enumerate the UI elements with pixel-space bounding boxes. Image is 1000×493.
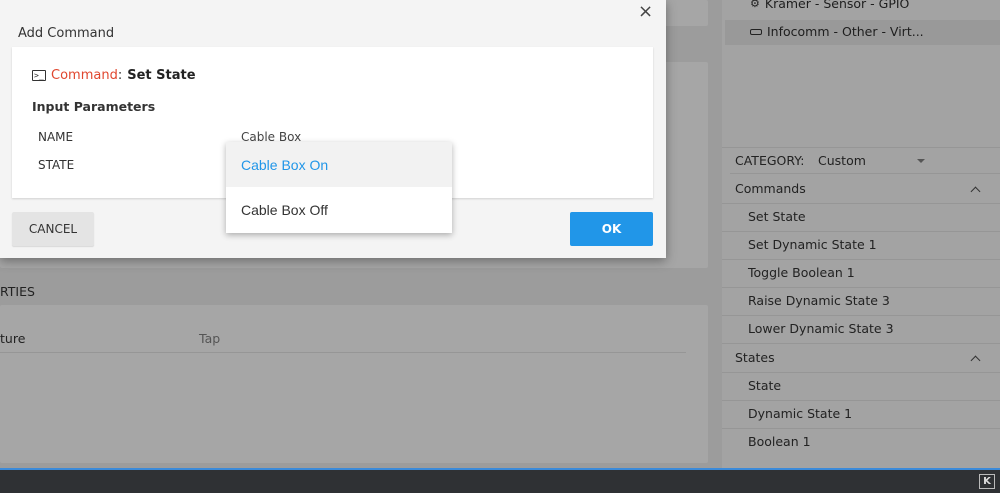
properties-card	[0, 305, 708, 463]
kramer-logo-icon: K	[979, 474, 995, 489]
command-item[interactable]: Toggle Boolean 1	[748, 265, 855, 280]
device-item-infocomm[interactable]: Infocomm - Other - Virt...	[750, 24, 924, 39]
divider	[722, 343, 1000, 344]
category-label: CATEGORY:	[735, 153, 805, 168]
divider	[722, 231, 1000, 232]
group-header-commands[interactable]: Commands	[735, 181, 806, 196]
command-item[interactable]: Set State	[748, 209, 806, 224]
properties-row-value: Tap	[199, 331, 221, 346]
command-label: Command	[51, 68, 118, 83]
command-item[interactable]: Raise Dynamic State 3	[748, 293, 890, 308]
properties-header: RTIES	[0, 284, 35, 299]
state-item[interactable]: Dynamic State 1	[748, 406, 852, 421]
command-colon: :	[117, 68, 123, 83]
state-item[interactable]: Boolean 1	[748, 434, 811, 449]
properties-row-divider	[0, 352, 686, 353]
right-panel-divider	[722, 147, 1000, 148]
cancel-button[interactable]: CANCEL	[12, 212, 94, 246]
command-item[interactable]: Lower Dynamic State 3	[748, 321, 894, 336]
command-item[interactable]: Set Dynamic State 1	[748, 237, 877, 252]
divider	[722, 428, 1000, 429]
ok-button[interactable]: OK	[570, 212, 653, 246]
divider	[722, 315, 1000, 316]
state-item[interactable]: State	[748, 378, 781, 393]
divider	[722, 287, 1000, 288]
divider	[722, 203, 1000, 204]
divider	[722, 372, 1000, 373]
device-item-label: Kramer - Sensor - GPIO	[764, 0, 910, 11]
close-icon[interactable]: ×	[638, 2, 653, 22]
dropdown-option-cable-box-off[interactable]: Cable Box Off	[226, 187, 452, 232]
status-bar-accent-line	[0, 468, 1000, 470]
input-parameters-title: Input Parameters	[32, 99, 156, 114]
command-line: >_ Command : Set State	[32, 68, 196, 83]
device-icon	[750, 28, 762, 35]
dropdown-option-cable-box-on[interactable]: Cable Box On	[226, 142, 452, 187]
dialog-title: Add Command	[18, 26, 115, 41]
group-header-states[interactable]: States	[735, 350, 775, 365]
command-value: Set State	[127, 68, 196, 83]
chevron-down-icon[interactable]	[917, 159, 925, 163]
terminal-icon: >_	[32, 70, 46, 81]
device-item-label: Infocomm - Other - Virt...	[767, 24, 924, 39]
param-name-label: NAME	[38, 130, 74, 144]
properties-row-label: ture	[0, 331, 26, 346]
device-item-kramer[interactable]: ⚙ Kramer - Sensor - GPIO	[750, 0, 909, 11]
category-underline	[730, 173, 1000, 174]
param-state-label: STATE	[38, 158, 75, 172]
category-select[interactable]: Custom	[818, 153, 866, 168]
sensor-icon: ⚙	[750, 0, 760, 10]
divider	[722, 400, 1000, 401]
divider	[722, 259, 1000, 260]
state-dropdown-menu: Cable Box On Cable Box Off	[226, 142, 452, 233]
bottom-status-bar: K	[0, 468, 1000, 493]
